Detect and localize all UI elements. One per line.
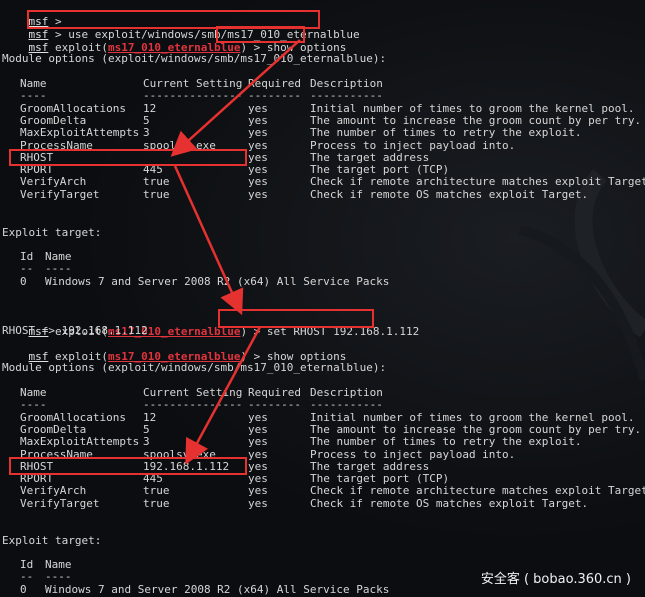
options-header-row-cell: Required xyxy=(248,77,301,90)
option-row-cell: The amount to increase the groom count b… xyxy=(310,113,642,127)
target-separator-row-cell: ---- xyxy=(45,570,72,584)
option-row-cell: yes xyxy=(248,435,268,449)
rhost-empty-highlight xyxy=(9,149,247,166)
target-row-cell: 0 xyxy=(20,274,27,288)
option-row-cell: GroomAllocations xyxy=(20,410,126,424)
show-options-highlight xyxy=(216,26,305,43)
option-row-cell: 12 xyxy=(143,101,157,115)
option-row-cell: The number of times to retry the exploit… xyxy=(310,126,582,140)
option-row-cell: The target port (TCP) xyxy=(310,472,450,486)
target-header-row-cell: Id xyxy=(20,250,34,263)
option-row-cell: true xyxy=(143,496,170,510)
target-header-row-cell: Name xyxy=(45,558,72,571)
options-header-row-cell: Description xyxy=(310,386,383,399)
module-options-title-1: Module options (exploit/windows/smb/ms17… xyxy=(2,52,387,65)
option-row-cell: The number of times to retry the exploit… xyxy=(310,435,582,449)
option-row-cell: Process to inject payload into. xyxy=(310,138,516,152)
option-row-cell: The target address xyxy=(310,459,430,473)
option-row-cell: MaxExploitAttempts xyxy=(20,126,140,140)
option-row-cell: GroomAllocations xyxy=(20,101,126,115)
options-header-row-cell: Description xyxy=(310,77,383,90)
option-row-cell: VerifyArch xyxy=(20,175,87,189)
rhost-result: RHOST => 192.168.1.112 xyxy=(2,324,148,337)
option-row-cell: Check if remote architecture matches exp… xyxy=(310,175,645,189)
rhost-set-highlight xyxy=(9,457,247,475)
options-separator-row-cell: ----------- xyxy=(310,89,383,103)
option-row-cell: Initial number of times to groom the ker… xyxy=(310,101,635,115)
option-row-cell: yes xyxy=(248,113,268,127)
options-header-row-cell: Name xyxy=(20,386,47,399)
show-options-line-2: msf exploit(ms17_010_eternalblue) > show… xyxy=(28,350,347,363)
option-row-cell: GroomDelta xyxy=(20,422,87,436)
options-separator-row-cell: -------- xyxy=(248,398,301,412)
options-header-row-cell: Current Setting xyxy=(143,77,243,90)
option-row-cell: Process to inject payload into. xyxy=(310,447,516,461)
option-row-cell: yes xyxy=(248,187,268,201)
option-row-cell: 3 xyxy=(143,435,150,449)
option-row-cell: 12 xyxy=(143,410,157,424)
target-separator-row-cell: -- xyxy=(20,570,34,584)
watermark: 安全客 ( bobao.360.cn ) xyxy=(480,572,631,587)
option-row-cell: yes xyxy=(248,138,268,152)
target-row-cell: Windows 7 and Server 2008 R2 (x64) All S… xyxy=(45,274,390,288)
option-row-cell: The target address xyxy=(310,150,430,164)
options-separator-row-cell: --------------- xyxy=(143,398,243,412)
option-row-cell: VerifyTarget xyxy=(20,187,100,201)
target-row-cell: 0 xyxy=(20,582,27,596)
option-row-cell: The amount to increase the groom count b… xyxy=(310,422,642,436)
exploit-target-title-1: Exploit target: xyxy=(2,226,102,239)
target-header-row-cell: Id xyxy=(20,558,34,571)
option-row-cell: yes xyxy=(248,447,268,461)
option-row-cell: yes xyxy=(248,410,268,424)
options-header-row-cell: Name xyxy=(20,77,47,90)
module-options-title-2: Module options (exploit/windows/smb/ms17… xyxy=(2,361,387,374)
option-row-cell: yes xyxy=(248,459,268,473)
options-separator-row-cell: -------- xyxy=(248,89,301,103)
options-separator-row-cell: --------------- xyxy=(143,89,243,103)
terminal-window[interactable]: msf > msf > use exploit/windows/smb/ms17… xyxy=(0,0,645,597)
option-row-cell: 3 xyxy=(143,126,150,140)
option-row-cell: true xyxy=(143,175,170,189)
option-row-cell: yes xyxy=(248,150,268,164)
target-separator-row-cell: ---- xyxy=(45,262,72,276)
option-row-cell: yes xyxy=(248,175,268,189)
exploit-target-title-2: Exploit target: xyxy=(2,534,102,547)
option-row-cell: The target port (TCP) xyxy=(310,163,450,177)
set-rhost-highlight xyxy=(218,309,374,328)
target-header-row-cell: Name xyxy=(45,250,72,263)
option-row-cell: VerifyArch xyxy=(20,484,87,498)
options-header-row-cell: Required xyxy=(248,386,301,399)
option-row-cell: true xyxy=(143,484,170,498)
option-row-cell: MaxExploitAttempts xyxy=(20,435,140,449)
options-separator-row-cell: ---- xyxy=(20,398,47,412)
options-separator-row-cell: ---- xyxy=(20,89,47,103)
option-row-cell: yes xyxy=(248,484,268,498)
option-row-cell: yes xyxy=(248,126,268,140)
target-separator-row-cell: -- xyxy=(20,262,34,276)
option-row-cell: 5 xyxy=(143,113,150,127)
options-separator-row-cell: ----------- xyxy=(310,398,383,412)
target-row-cell: Windows 7 and Server 2008 R2 (x64) All S… xyxy=(45,582,390,596)
option-row-cell: GroomDelta xyxy=(20,113,87,127)
option-row-cell: VerifyTarget xyxy=(20,496,100,510)
option-row-cell: yes xyxy=(248,101,268,115)
option-row-cell: Check if remote architecture matches exp… xyxy=(310,484,645,498)
option-row-cell: yes xyxy=(248,472,268,486)
option-row-cell: Initial number of times to groom the ker… xyxy=(310,410,635,424)
option-row-cell: 5 xyxy=(143,422,150,436)
option-row-cell: true xyxy=(143,187,170,201)
option-row-cell: Check if remote OS matches exploit Targe… xyxy=(310,187,589,201)
option-row-cell: yes xyxy=(248,496,268,510)
option-row-cell: yes xyxy=(248,163,268,177)
option-row-cell: yes xyxy=(248,422,268,436)
option-row-cell: Check if remote OS matches exploit Targe… xyxy=(310,496,589,510)
options-header-row-cell: Current Setting xyxy=(143,386,243,399)
